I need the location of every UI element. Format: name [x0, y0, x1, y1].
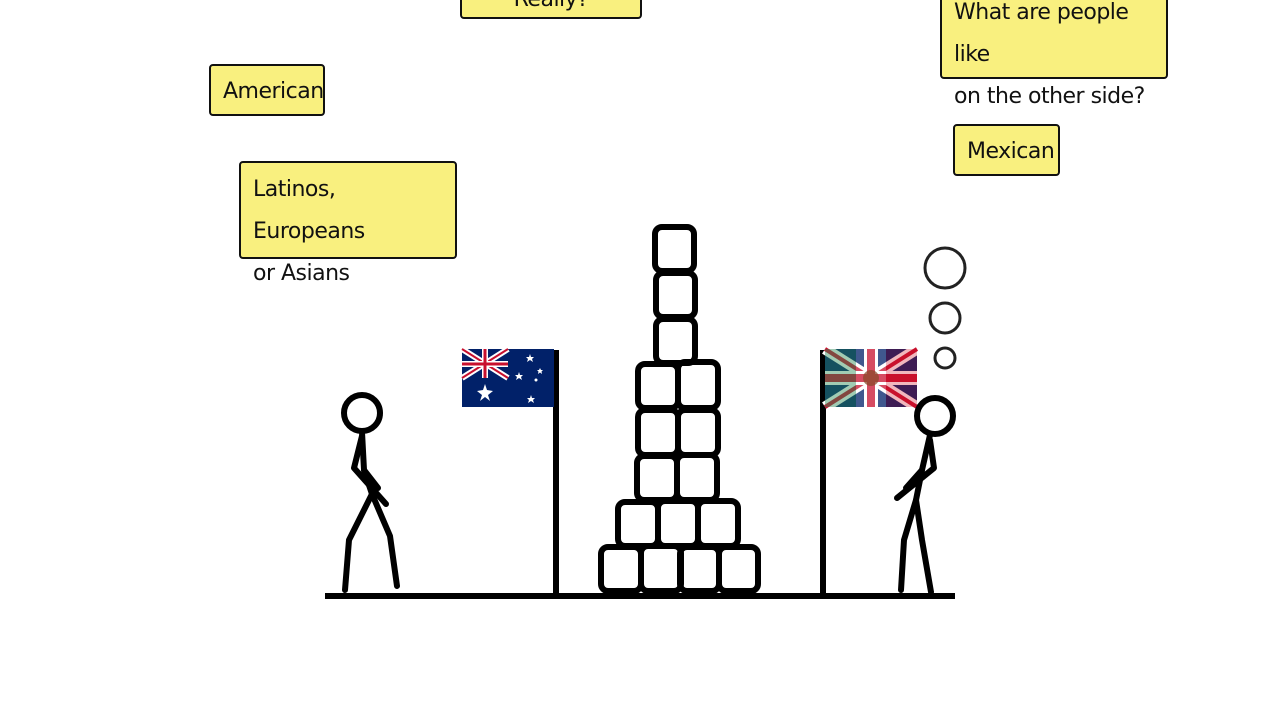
flag-overlay-red [886, 349, 917, 407]
wall-block [634, 453, 680, 503]
stick-figure-left-head [341, 392, 383, 434]
wall-block [635, 407, 681, 458]
wall-block [695, 498, 741, 549]
wall-block [653, 316, 698, 366]
wall-block [615, 499, 661, 549]
wall-block [638, 543, 684, 594]
stick-figure-right-legs [898, 497, 934, 595]
thought-bubble-large [923, 246, 967, 290]
comic-scene [325, 224, 967, 599]
wall-block [655, 498, 701, 549]
stick-figure-right-head [914, 395, 956, 437]
wall-block [674, 452, 720, 503]
wall-block [652, 224, 697, 274]
wall-block [675, 359, 721, 411]
thought-bubble-small [933, 346, 957, 370]
union-jack-mexican-overlay-flag [822, 344, 920, 412]
wall-block [653, 270, 698, 320]
thought-bubble-medium [928, 301, 962, 335]
stick-figure-right [894, 395, 956, 595]
stick-figure-left-legs [342, 491, 400, 593]
wall-block [635, 361, 681, 411]
australian-flag [460, 346, 554, 407]
comic-canvas: Really? American Latinos, Europeans or A… [0, 0, 1280, 720]
wall-block [716, 544, 761, 594]
flag-overlay-green [825, 349, 856, 407]
thought-bubbles [923, 246, 967, 370]
wall-block [598, 544, 644, 594]
flag-emblem [863, 370, 879, 386]
australian-flag-union-jack [460, 346, 510, 381]
stick-figure-left [341, 392, 400, 593]
wall-block [675, 407, 721, 458]
block-wall [598, 224, 761, 594]
wall-block [677, 544, 722, 594]
